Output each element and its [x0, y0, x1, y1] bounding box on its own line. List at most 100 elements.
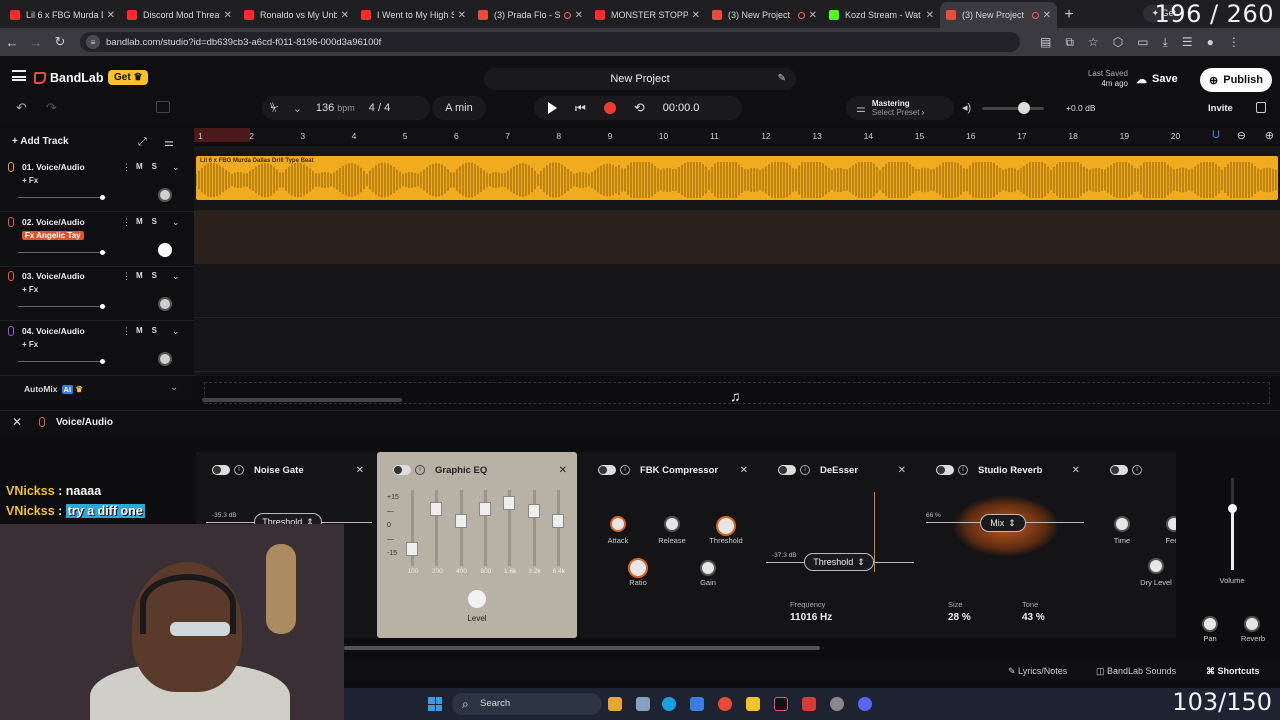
release-knob[interactable] [664, 516, 680, 532]
track-more-icon[interactable]: ⋮ [122, 271, 131, 282]
magnet-icon[interactable]: U [1212, 129, 1220, 141]
profile-icon[interactable]: ● [1207, 35, 1214, 50]
track-pan-knob[interactable] [158, 188, 172, 202]
skip-back-icon[interactable]: ⏮ [575, 101, 586, 116]
download-icon[interactable]: ⤓ [1163, 35, 1168, 50]
info-icon[interactable]: i [620, 465, 630, 475]
track-pan-knob[interactable] [158, 351, 172, 366]
mute-button[interactable]: M [136, 326, 152, 335]
ratio-knob[interactable] [628, 558, 648, 578]
track-name[interactable]: 02. Voice/Audio [22, 217, 85, 227]
browser-tab[interactable]: MONSTER STOPPA ✕ [589, 2, 706, 28]
close-panel-icon[interactable]: ✕ [12, 415, 22, 429]
info-icon[interactable]: i [800, 465, 810, 475]
split-screen-icon[interactable]: ▭ [1137, 35, 1148, 50]
attack-knob[interactable] [610, 516, 626, 532]
info-icon[interactable]: i [1132, 465, 1142, 475]
close-icon[interactable]: ✕ [898, 465, 906, 476]
solo-button[interactable]: S [152, 271, 166, 280]
tab-close-icon[interactable]: ✕ [341, 10, 349, 21]
bandlab-sounds-link[interactable]: ◫ BandLab Sounds [1096, 666, 1176, 677]
add-music-icon[interactable]: ♫ [730, 388, 741, 404]
audio-clip[interactable]: Lil 6 x FBG Murda Dallas Drill Type Beat [196, 156, 1278, 200]
track-volume-slider[interactable] [18, 304, 106, 309]
track-name[interactable]: 04. Voice/Audio [22, 326, 85, 336]
play-icon[interactable] [548, 102, 557, 114]
more-icon[interactable]: ⋮ [1228, 35, 1240, 50]
zoom-in-icon[interactable]: ⊕ [1265, 129, 1274, 142]
hamburger-menu-icon[interactable] [12, 70, 26, 81]
browser-tab[interactable]: Lil 6 x FBG Murda D ✕ [4, 2, 121, 28]
chrome-icon[interactable] [718, 697, 732, 711]
reader-icon[interactable]: ▤ [1040, 35, 1051, 50]
tool-icon[interactable]: ⤢ [138, 136, 147, 149]
tab-close-icon[interactable]: ✕ [224, 10, 232, 21]
info-icon[interactable]: i [234, 465, 244, 475]
widgets-icon[interactable] [608, 697, 622, 711]
grid-icon[interactable] [156, 101, 170, 113]
eq-band-slider[interactable] [454, 490, 467, 566]
mastering-button[interactable]: ⚌ Mastering Select Preset › [846, 96, 954, 120]
settings-icon[interactable] [830, 697, 844, 711]
loop-icon[interactable]: ⟲ [634, 100, 645, 116]
eq-band-slider[interactable] [503, 490, 516, 566]
track-settings-icon[interactable]: ⚌ [164, 136, 174, 149]
taskbar-search[interactable]: Search [452, 693, 602, 715]
track-header[interactable]: 02. Voice/Audio Fx Angelic Tay ⋮ MS ⌄ [0, 213, 194, 267]
info-icon[interactable]: i [415, 465, 425, 475]
file-explorer-icon[interactable] [746, 697, 760, 711]
add-track-button[interactable]: + Add Track [12, 136, 69, 147]
track-fx-button[interactable]: + Fx [22, 285, 38, 294]
back-icon[interactable]: ← [0, 35, 24, 50]
bookmark-star-icon[interactable]: ☆ [1088, 35, 1099, 50]
volume-fader-knob[interactable] [1228, 504, 1237, 513]
site-info-icon[interactable]: ≡ [86, 35, 100, 49]
eq-band-handle[interactable] [454, 514, 467, 528]
mute-button[interactable]: M [136, 162, 152, 171]
get-membership-button[interactable]: Get ♛ [108, 70, 149, 85]
browser-tab[interactable]: I Went to My High S ✕ [355, 2, 472, 28]
track-chevron-icon[interactable]: ⌄ [172, 162, 180, 173]
tab-close-icon[interactable]: ✕ [458, 10, 466, 21]
track-volume-knob[interactable] [100, 304, 105, 309]
eq-band-handle[interactable] [551, 514, 564, 528]
track-volume-knob[interactable] [100, 249, 105, 255]
mute-button[interactable]: M [136, 271, 152, 280]
close-icon[interactable]: ✕ [1072, 465, 1080, 476]
lane-3[interactable] [194, 264, 1280, 318]
eq-band-handle[interactable] [406, 542, 418, 556]
track-volume-knob[interactable] [100, 358, 105, 364]
close-icon[interactable]: ✕ [356, 465, 364, 476]
bandlab-logo[interactable]: BandLab [34, 71, 103, 85]
eq-band-slider[interactable] [478, 490, 491, 566]
tab-close-icon[interactable]: ✕ [926, 10, 934, 21]
speaker-icon[interactable]: ◂) [962, 101, 971, 114]
edit-pencil-icon[interactable]: ✎ [778, 68, 786, 90]
tab-close-icon[interactable]: ✕ [107, 10, 115, 21]
metronome-icon[interactable]: ⏧ [270, 102, 279, 115]
extensions-icon[interactable]: ⬡ [1113, 35, 1123, 50]
track-volume-slider[interactable] [18, 249, 106, 255]
track-chevron-icon[interactable]: ⌄ [172, 326, 180, 337]
time-signature[interactable]: 4 / 4 [369, 102, 390, 114]
track-volume-slider[interactable] [18, 195, 106, 200]
reverb-send-knob[interactable] [1244, 616, 1260, 632]
eq-band-handle[interactable] [430, 502, 443, 516]
deesser-frequency-marker[interactable] [874, 492, 875, 572]
app-icon[interactable] [802, 697, 816, 711]
tab-close-icon[interactable]: ✕ [809, 10, 817, 21]
gain-knob[interactable] [700, 560, 716, 576]
master-volume-knob[interactable] [1018, 102, 1030, 114]
reverb-toggle[interactable] [936, 465, 954, 475]
lane-1[interactable]: Lil 6 x FBG Murda Dallas Drill Type Beat [194, 146, 1280, 200]
lane-4[interactable] [194, 318, 1280, 372]
eq-band-handle[interactable] [503, 496, 516, 510]
url-field[interactable]: ≡ bandlab.com/studio?id=db639cb3-a6cd-f0… [80, 32, 1020, 52]
tab-close-icon[interactable]: ✕ [1043, 10, 1051, 21]
eq-band-handle[interactable] [478, 502, 491, 516]
delay-toggle[interactable] [1110, 465, 1128, 475]
solo-button[interactable]: S [152, 162, 166, 171]
windows-start-icon[interactable] [428, 697, 442, 711]
rack-scrollbar[interactable] [344, 646, 820, 650]
lyrics-notes-link[interactable]: ✎ Lyrics/Notes [1008, 666, 1067, 677]
